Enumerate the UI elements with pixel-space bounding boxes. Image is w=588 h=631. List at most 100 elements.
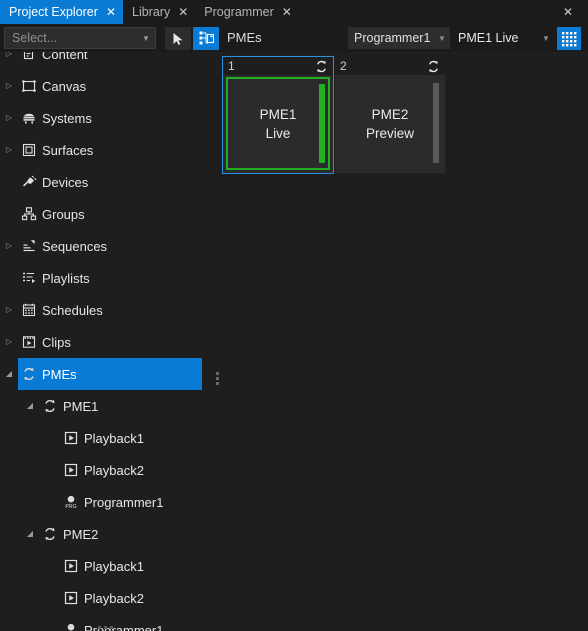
tree-item-label: Surfaces (42, 142, 94, 158)
tree-item-playlists[interactable]: Playlists (0, 262, 202, 294)
document-structure-icon (199, 31, 214, 46)
tile-body: PME1 Live (226, 77, 330, 170)
toolbar: Select... ▼ PMEs Programmer1 ▼ PME1 Live… (0, 24, 588, 52)
devices-plug-icon (18, 166, 40, 198)
tree-item-playback1[interactable]: Playback1 (0, 422, 202, 454)
tab-label: Library (132, 5, 171, 19)
tile-state-label: Live (265, 125, 291, 141)
tree-item-sequences[interactable]: ▷ Sequences (0, 230, 202, 262)
tree-item-programmer1[interactable]: PRG Programmer1 (0, 486, 202, 518)
tree-item-label: Sequences (42, 238, 108, 254)
systems-icon (18, 102, 40, 134)
tile-level-bar[interactable] (319, 84, 325, 163)
tree-item-label: Content (42, 52, 88, 62)
chevron-collapsed-icon[interactable]: ▷ (2, 134, 16, 166)
tree-item-canvas[interactable]: ▷ Canvas (0, 70, 202, 102)
select-dropdown-value: Select... (12, 31, 58, 45)
playback-icon (60, 454, 82, 486)
tile-level-bar[interactable] (433, 83, 439, 163)
chevron-down-icon: ▼ (142, 33, 150, 43)
pme-cycle-icon (18, 358, 40, 390)
chevron-collapsed-icon[interactable]: ▷ (2, 294, 16, 326)
pme-tile[interactable]: 1 PME1 Live (222, 56, 334, 174)
tree-item-label: Playlists (42, 270, 90, 286)
tree-item-clips[interactable]: ▷ Clips (0, 326, 202, 358)
close-icon[interactable]: ✕ (282, 6, 292, 18)
window-close-button[interactable]: ✕ (548, 0, 588, 24)
playlists-icon (18, 262, 40, 294)
tree-item-schedules[interactable]: ▷ Schedules (0, 294, 202, 326)
tree-item-label: PME1 (63, 398, 99, 414)
programmer-prg-icon: PRG (60, 614, 82, 631)
playback-icon (60, 422, 82, 454)
tab-library[interactable]: Library ✕ (123, 0, 195, 24)
tab-programmer[interactable]: Programmer ✕ (195, 0, 299, 24)
pme-live-dropdown[interactable]: PME1 Live ▼ (452, 27, 554, 49)
tree-item-content[interactable]: ▷ Content (0, 52, 202, 70)
chevron-collapsed-icon[interactable]: ▷ (2, 70, 16, 102)
playback-icon (60, 582, 82, 614)
tree-item-playback2[interactable]: Playback2 (0, 454, 202, 486)
tree-item-label: PMEs (42, 366, 77, 382)
chevron-expanded-icon[interactable]: ◢ (2, 358, 16, 390)
chevron-collapsed-icon[interactable]: ▷ (2, 102, 16, 134)
tree-item-systems[interactable]: ▷ Systems (0, 102, 202, 134)
chevron-expanded-icon[interactable]: ◢ (23, 390, 37, 422)
tree-item-label: Playback1 (84, 430, 144, 446)
schedules-icon (18, 294, 40, 326)
programmer-dropdown[interactable]: Programmer1 ▼ (348, 27, 450, 49)
document-structure-button[interactable] (193, 27, 219, 50)
chevron-collapsed-icon[interactable]: ▷ (2, 326, 16, 358)
tree-item-label: Clips (42, 334, 71, 350)
tree-item-groups[interactable]: Groups (0, 198, 202, 230)
select-dropdown[interactable]: Select... ▼ (4, 27, 156, 49)
programmer-prg-icon: PRG (60, 486, 82, 518)
tile-title: PME1 (259, 106, 297, 122)
panel-splitter[interactable] (214, 52, 221, 631)
project-explorer-tree[interactable]: ▷ Content ▷ Canvas ▷ Systems ▷ Surfaces Devices G… (0, 52, 214, 631)
chevron-collapsed-icon[interactable]: ▷ (2, 230, 16, 262)
tile-number: 1 (228, 59, 235, 73)
chevron-expanded-icon[interactable]: ◢ (23, 518, 37, 550)
tile-body: PME2 Preview (338, 77, 442, 170)
panel-title: PMEs (227, 30, 262, 45)
tree-item-label: Systems (42, 110, 92, 126)
tab-bar: Project Explorer ✕ Library ✕ Programmer … (0, 0, 588, 24)
tree-item-playback1[interactable]: Playback1 (0, 550, 202, 582)
playback-icon (60, 550, 82, 582)
chevron-down-icon: ▼ (438, 33, 446, 43)
tree-item-label: Schedules (42, 302, 103, 318)
close-icon[interactable]: ✕ (178, 6, 188, 18)
tile-title: PME2 (371, 106, 409, 122)
pme-tile[interactable]: 2 PME2 Preview (335, 57, 445, 173)
chevron-collapsed-icon[interactable]: ▷ (2, 52, 16, 70)
tree-item-label: Programmer1 (84, 622, 164, 631)
canvas-icon (18, 70, 40, 102)
svg-text:PRG: PRG (65, 504, 76, 510)
pme-live-dropdown-value: PME1 Live (458, 31, 519, 45)
pointer-tool-button[interactable] (165, 27, 191, 50)
tab-label: Project Explorer (9, 5, 98, 19)
tree-item-surfaces[interactable]: ▷ Surfaces (0, 134, 202, 166)
tab-project-explorer[interactable]: Project Explorer ✕ (0, 0, 123, 24)
pme-cycle-icon (314, 59, 329, 74)
tree-item-label: Playback2 (84, 590, 144, 606)
tree-item-label: PME2 (63, 526, 99, 542)
grid-view-button[interactable] (557, 27, 581, 50)
pme-cycle-icon (39, 518, 61, 550)
tree-item-label: Playback1 (84, 558, 144, 574)
sequences-icon (18, 230, 40, 262)
application-window: Project Explorer ✕ Library ✕ Programmer … (0, 0, 588, 631)
tree-item-pme2[interactable]: ◢ PME2 (0, 518, 202, 550)
tree-item-pme1[interactable]: ◢ PME1 (0, 390, 202, 422)
programmer-dropdown-value: Programmer1 (354, 31, 431, 45)
tree-item-label: Groups (42, 206, 85, 222)
close-icon[interactable]: ✕ (106, 6, 116, 18)
tree-item-label: Devices (42, 174, 89, 190)
tree-item-playback2[interactable]: Playback2 (0, 582, 202, 614)
tree-item-pmes[interactable]: ◢ PMEs (0, 358, 202, 390)
tree-item-devices[interactable]: Devices (0, 166, 202, 198)
clips-icon (18, 326, 40, 358)
splitter-grip-icon (216, 372, 219, 385)
groups-icon (18, 198, 40, 230)
